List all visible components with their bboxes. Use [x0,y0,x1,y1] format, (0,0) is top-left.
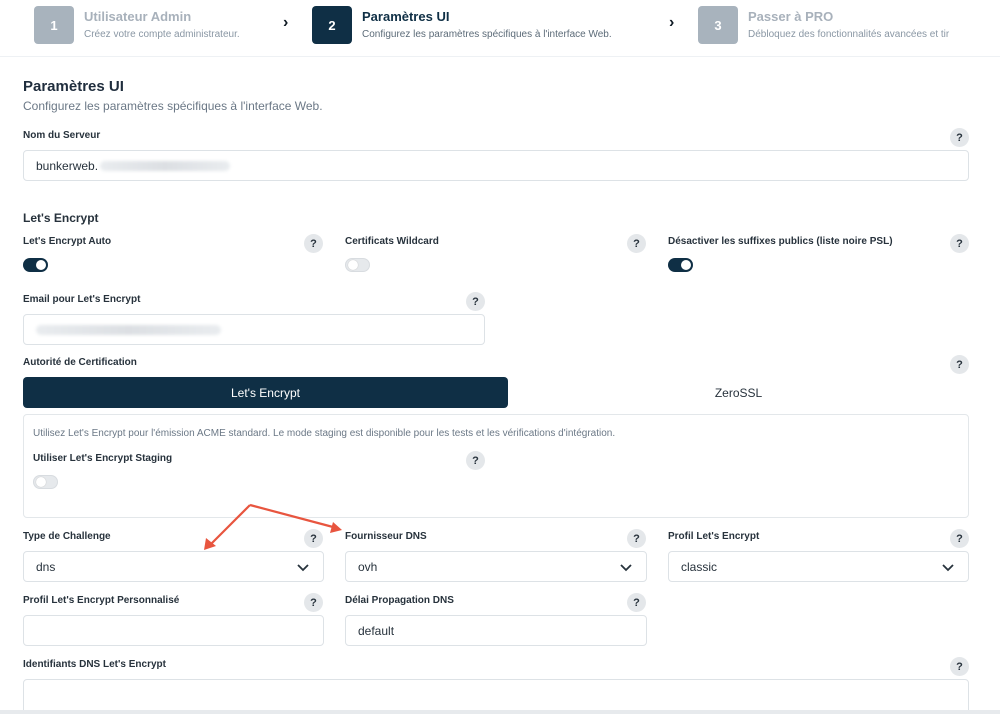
email-label: Email pour Let's Encrypt [23,294,141,305]
server-name-label: Nom du Serveur [23,130,101,141]
ca-label: Autorité de Certification [23,357,137,368]
dns-propagation-input[interactable]: default [345,615,647,646]
le-auto-label: Let's Encrypt Auto [23,236,112,247]
step-number: 1 [34,6,74,44]
step-admin-user[interactable]: 1 Utilisateur Admin Créez votre compte a… [34,6,240,44]
letsencrypt-section-title: Let's Encrypt [23,211,99,225]
dns-credentials-input[interactable] [23,679,969,714]
help-icon[interactable]: ? [304,234,323,253]
chevron-right-icon: › [669,14,675,31]
le-profile-select[interactable]: classic [668,551,969,582]
help-icon[interactable]: ? [950,529,969,548]
step-subtitle: Créez votre compte administrateur. [84,29,240,40]
le-profile-label: Profil Let's Encrypt [668,531,760,542]
server-name-value: bunkerweb. [36,158,99,173]
step-subtitle: Débloquez des fonctionnalités avancées e… [748,29,950,40]
step-ui-settings[interactable]: 2 Paramètres UI Configurez les paramètre… [312,6,612,44]
challenge-type-label: Type de Challenge [23,531,111,542]
page-subtitle: Configurez les paramètres spécifiques à … [23,99,323,113]
dns-credentials-label: Identifiants DNS Let's Encrypt [23,659,166,670]
setup-stepper: 1 Utilisateur Admin Créez votre compte a… [0,0,1000,55]
arrowhead-left-icon [204,538,216,550]
redacted-value [36,324,221,335]
help-icon[interactable]: ? [950,128,969,147]
dns-propagation-value: default [358,623,395,638]
step-title: Utilisateur Admin [84,9,192,24]
psl-label: Désactiver les suffixes publics (liste n… [668,236,893,247]
arrowhead-right-icon [330,522,342,533]
step-subtitle: Configurez les paramètres spécifiques à … [362,29,612,40]
le-profile-value: classic [681,559,718,574]
help-icon[interactable]: ? [950,234,969,253]
step-upgrade-pro[interactable]: 3 Passer à PRO Débloquez des fonctionnal… [698,6,949,44]
ca-description: Utilisez Let's Encrypt pour l'émission A… [33,428,616,439]
step-title: Passer à PRO [748,9,834,24]
psl-toggle[interactable] [668,258,693,272]
challenge-type-value: dns [36,559,56,574]
ca-option-zerossl[interactable]: ZeroSSL [508,377,969,408]
challenge-type-select[interactable]: dns [23,551,324,582]
custom-profile-input[interactable] [23,615,324,646]
help-icon[interactable]: ? [950,355,969,374]
custom-profile-label: Profil Let's Encrypt Personnalisé [23,595,180,606]
help-icon[interactable]: ? [627,234,646,253]
staging-toggle[interactable] [33,475,58,489]
staging-label: Utiliser Let's Encrypt Staging [33,453,173,464]
help-icon[interactable]: ? [304,593,323,612]
chevron-down-icon [297,564,309,572]
page-title: Paramètres UI [23,78,124,95]
divider [0,56,1000,57]
ca-option-letsencrypt[interactable]: Let's Encrypt [23,377,508,408]
help-icon[interactable]: ? [466,292,485,311]
help-icon[interactable]: ? [627,593,646,612]
redacted-value [100,160,231,171]
bottom-divider [0,710,1000,714]
step-number: 3 [698,6,738,44]
chevron-right-icon: › [283,14,289,31]
dns-provider-value: ovh [358,559,378,574]
help-icon[interactable]: ? [950,657,969,676]
wildcard-label: Certificats Wildcard [345,236,439,247]
server-name-input[interactable]: bunkerweb. [23,150,969,181]
chevron-down-icon [620,564,632,572]
le-auto-toggle[interactable] [23,258,48,272]
chevron-down-icon [942,564,954,572]
step-number: 2 [312,6,352,44]
help-icon[interactable]: ? [627,529,646,548]
email-input[interactable] [23,314,485,345]
help-icon[interactable]: ? [304,529,323,548]
step-title: Paramètres UI [362,9,450,24]
dns-provider-label: Fournisseur DNS [345,531,427,542]
dns-propagation-label: Délai Propagation DNS [345,595,454,606]
wildcard-toggle[interactable] [345,258,370,272]
help-icon[interactable]: ? [466,451,485,470]
dns-provider-select[interactable]: ovh [345,551,647,582]
